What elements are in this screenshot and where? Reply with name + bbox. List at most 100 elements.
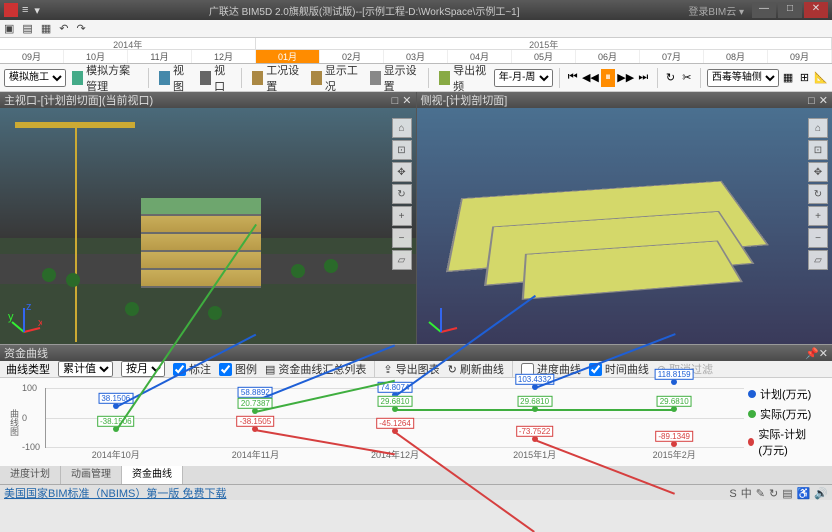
axis-gizmo[interactable]: x y z xyxy=(6,302,42,338)
fit-tool-icon[interactable]: ⊡ xyxy=(392,140,412,160)
x-tick: 2014年11月 xyxy=(232,448,279,461)
tray-icon[interactable]: ↻ xyxy=(769,488,778,500)
svg-text:x: x xyxy=(38,317,42,329)
loop-button[interactable]: ↻ xyxy=(663,69,677,87)
mode-select[interactable]: 模拟施工 xyxy=(4,69,66,87)
chart-tab[interactable]: 动画管理 xyxy=(61,466,122,484)
section-icon[interactable]: ▱ xyxy=(392,250,412,270)
cut-button[interactable]: ✂ xyxy=(680,69,694,87)
chart-tab[interactable]: 资金曲线 xyxy=(122,466,183,484)
refresh-chart-button[interactable]: ↻刷新曲线 xyxy=(448,361,504,377)
chart-toolbar: 曲线类型 累计值 按月 标注 图例 ▤资金曲线汇总列表 ⇪导出图表 ↻刷新曲线 … xyxy=(0,361,832,378)
qa-icon-3[interactable]: ▦ xyxy=(41,22,51,35)
view-preset-select[interactable]: 西毒等轴侧 xyxy=(707,69,779,87)
vp-max-icon[interactable]: □ xyxy=(392,95,399,107)
chart-ylabel: 曲线图 xyxy=(8,409,21,436)
qa-icon-2[interactable]: ▤ xyxy=(22,22,32,35)
timeline-month[interactable]: 02月 xyxy=(320,50,384,63)
timeline-month[interactable]: 10月 xyxy=(64,50,128,63)
timeline[interactable]: 2014年 2015年 09月10月11月12月01月02月03月04月05月0… xyxy=(0,38,832,64)
redo-icon[interactable]: ↷ xyxy=(76,22,85,35)
minimize-button[interactable]: — xyxy=(752,2,776,18)
scheme-mgmt-button[interactable]: 模拟方案管理 xyxy=(68,60,142,96)
display-settings-button[interactable]: 显示设置 xyxy=(366,60,423,96)
last-button[interactable]: ⏭ xyxy=(636,69,650,87)
viewport-left-canvas[interactable]: ⌂ ⊡ ✥ ↻ + − ▱ x y z xyxy=(0,108,416,344)
close-button[interactable]: ✕ xyxy=(804,2,828,18)
gear-icon xyxy=(252,71,263,85)
pan-icon[interactable]: ✥ xyxy=(392,162,412,182)
export-video-button[interactable]: 导出视频 xyxy=(435,60,492,96)
fit-icon[interactable]: ⊞ xyxy=(797,69,811,87)
timeline-month[interactable]: 09月 xyxy=(768,50,832,63)
next-button[interactable]: ▶▶ xyxy=(617,69,634,87)
sim-settings-button[interactable]: 工况设置 xyxy=(248,60,305,96)
data-point[interactable] xyxy=(671,441,677,447)
tray-icon[interactable]: ♿ xyxy=(797,488,811,500)
chart-type-select[interactable]: 累计值 xyxy=(58,361,113,377)
vp-max-icon[interactable]: □ xyxy=(808,95,815,107)
timeline-month[interactable]: 04月 xyxy=(448,50,512,63)
tray-icon[interactable]: 中 xyxy=(741,488,752,500)
timeline-month[interactable]: 09月 xyxy=(0,50,64,63)
timeline-month[interactable]: 03月 xyxy=(384,50,448,63)
zoom-out-icon[interactable]: − xyxy=(392,228,412,248)
data-label: 29.6810 xyxy=(378,396,413,407)
zoom-out-icon[interactable]: − xyxy=(808,228,828,248)
pin-icon[interactable]: 📌 xyxy=(805,348,819,360)
vp-close-icon[interactable]: ✕ xyxy=(819,95,828,107)
display-status-button[interactable]: 显示工况 xyxy=(307,60,364,96)
home-icon[interactable]: ⌂ xyxy=(392,118,412,138)
axis-gizmo[interactable] xyxy=(423,302,459,338)
zoom-in-icon[interactable]: + xyxy=(392,206,412,226)
orbit-icon[interactable]: ↻ xyxy=(808,184,828,204)
status-text[interactable]: 美国国家BIM标准（NBIMS）第一版 免费下载 xyxy=(4,485,226,501)
tray-icon[interactable]: ▤ xyxy=(782,488,792,500)
prev-button[interactable]: ◀◀ xyxy=(582,69,599,87)
maximize-button[interactable]: □ xyxy=(778,2,802,18)
vp-close-icon[interactable]: ✕ xyxy=(402,95,411,107)
measure-icon[interactable]: 📐 xyxy=(814,69,828,87)
system-tray: S中 ✎ ↻ ▤ ♿🔊 xyxy=(725,485,828,501)
timeline-month[interactable]: 05月 xyxy=(512,50,576,63)
pan-icon[interactable]: ✥ xyxy=(808,162,828,182)
viewport-left: 主视口-[计划剖切面](当前视口) □✕ ⌂ ⊡ ✥ ↻ + − xyxy=(0,92,416,344)
viewport-right-canvas[interactable]: ⌂ ⊡ ✥ ↻ + − ▱ xyxy=(417,108,832,344)
data-label: -38.1505 xyxy=(237,416,275,427)
tray-icon[interactable]: ✎ xyxy=(756,488,765,500)
data-point[interactable] xyxy=(671,379,677,385)
timeline-month[interactable]: 12月 xyxy=(192,50,256,63)
section-icon[interactable]: ▱ xyxy=(808,250,828,270)
play-button[interactable]: ⏸ xyxy=(601,69,615,87)
legend-checkbox[interactable]: 图例 xyxy=(219,361,257,377)
y-tick: -100 xyxy=(22,442,40,452)
home-icon[interactable]: ⌂ xyxy=(808,118,828,138)
tray-icon[interactable]: S xyxy=(729,488,736,500)
timeline-month[interactable]: 01月 xyxy=(256,50,320,63)
chart-plot[interactable]: -10001002014年10月2014年11月2014年12月2015年1月2… xyxy=(45,388,744,448)
close-icon[interactable]: ✕ xyxy=(819,348,828,360)
orbit-icon[interactable]: ↻ xyxy=(392,184,412,204)
qa-icon-1[interactable]: ▣ xyxy=(4,22,14,35)
window-button[interactable]: 视口 xyxy=(196,60,235,96)
timeline-month[interactable]: 07月 xyxy=(640,50,704,63)
tray-icon[interactable]: 🔊 xyxy=(814,488,828,500)
viewport-right-title: 侧视-[计划剖切面] xyxy=(421,92,508,108)
undo-icon[interactable]: ↶ xyxy=(59,22,68,35)
first-button[interactable]: ⏮ xyxy=(566,69,580,87)
chart-tab[interactable]: 进度计划 xyxy=(0,466,61,484)
timeline-month[interactable]: 11月 xyxy=(128,50,192,63)
view-button[interactable]: 视图 xyxy=(155,60,194,96)
refresh-icon: ↻ xyxy=(448,363,457,376)
zoom-in-icon[interactable]: + xyxy=(808,206,828,226)
legend-item: 计划(万元) xyxy=(748,386,820,402)
timeline-month[interactable]: 08月 xyxy=(704,50,768,63)
data-label: 118.8159 xyxy=(655,369,694,380)
time-unit-select[interactable]: 年-月-周 xyxy=(494,69,553,87)
grid-icon[interactable]: ▦ xyxy=(781,69,795,87)
user-login[interactable]: 登录BIM云 ▾ xyxy=(688,3,744,18)
fit-tool-icon[interactable]: ⊡ xyxy=(808,140,828,160)
timeline-month[interactable]: 06月 xyxy=(576,50,640,63)
data-label: 29.6810 xyxy=(657,396,692,407)
menu-icon[interactable]: ≡ xyxy=(22,4,28,16)
